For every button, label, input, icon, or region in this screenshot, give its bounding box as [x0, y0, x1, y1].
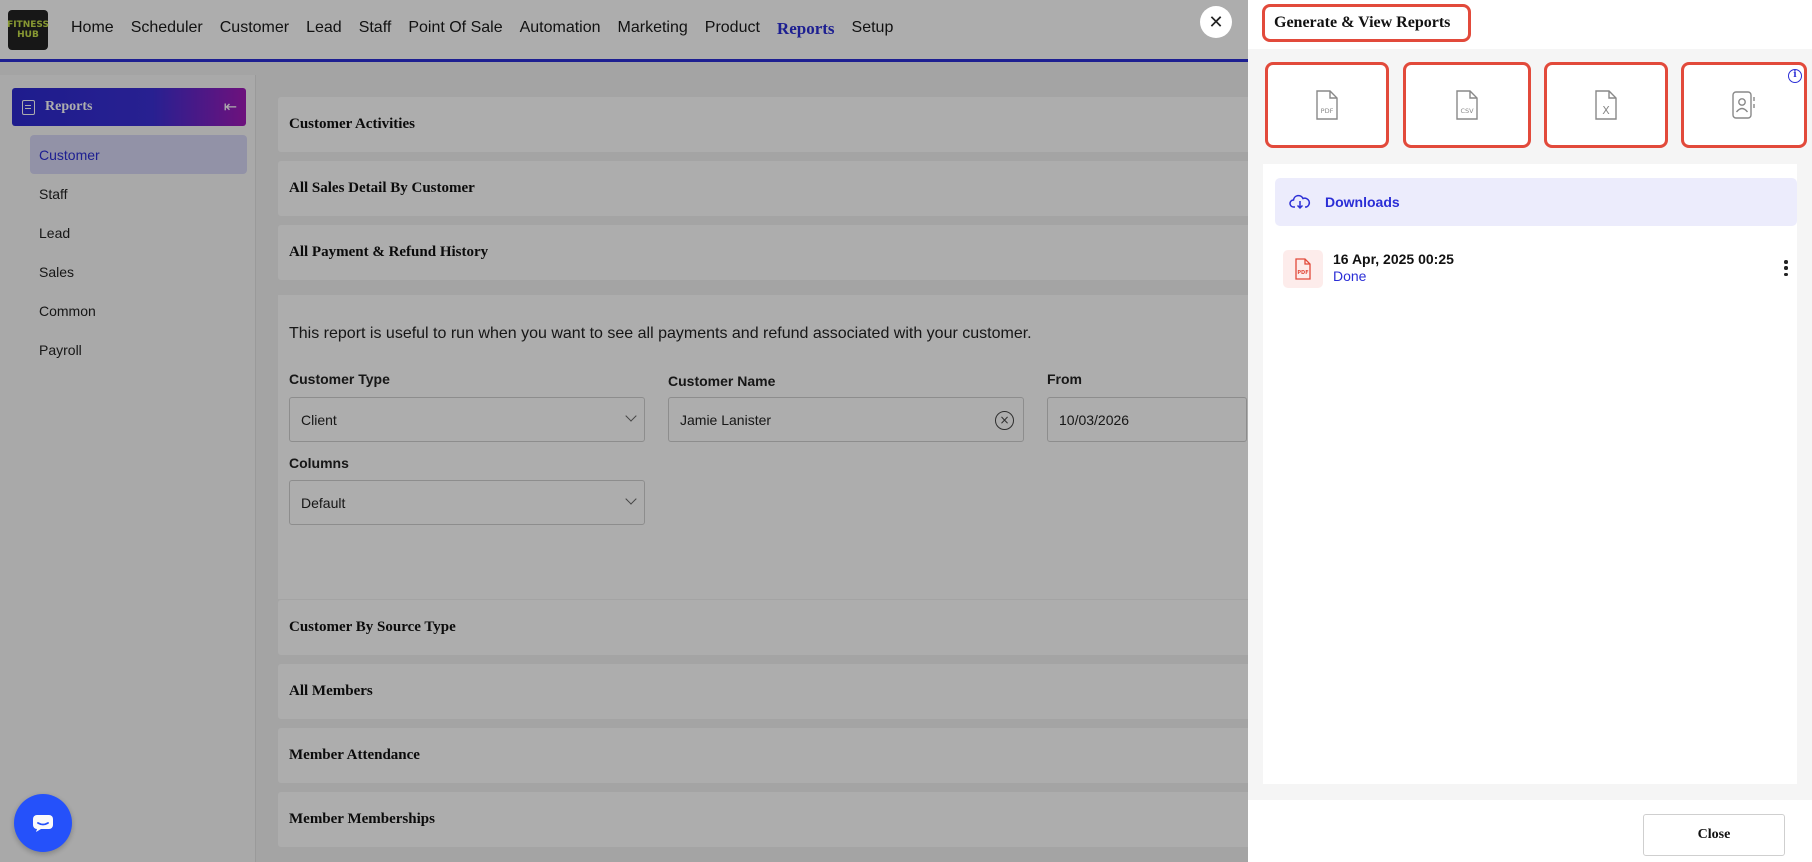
export-excel-button[interactable]: X	[1544, 62, 1668, 148]
close-drawer-icon[interactable]: ✕	[1200, 6, 1232, 38]
contact-file-icon	[1732, 91, 1755, 119]
chat-launcher-button[interactable]	[14, 794, 72, 852]
pdf-icon-tag: PDF	[1321, 107, 1334, 115]
downloads-label: Downloads	[1325, 194, 1400, 210]
chat-icon	[33, 815, 53, 832]
drawer-title: Generate & View Reports	[1262, 4, 1471, 42]
download-date: 16 Apr, 2025 00:25	[1333, 251, 1454, 267]
download-item[interactable]: PDF 16 Apr, 2025 00:25 Done	[1283, 250, 1793, 290]
info-icon[interactable]: i	[1788, 69, 1802, 83]
downloads-panel: Downloads PDF 16 Apr, 2025 00:25 Done	[1263, 164, 1797, 784]
close-button[interactable]: Close	[1643, 814, 1785, 856]
drawer-footer: Close	[1248, 800, 1812, 862]
downloads-header[interactable]: Downloads	[1275, 178, 1797, 226]
more-options-icon[interactable]	[1779, 258, 1793, 278]
cloud-download-icon	[1289, 194, 1311, 210]
pdf-file-icon: PDF	[1316, 90, 1338, 120]
export-csv-button[interactable]: CSV	[1403, 62, 1531, 148]
download-status: Done	[1333, 268, 1367, 284]
pdf-thumb-tag: PDF	[1297, 270, 1308, 276]
excel-icon-tag: X	[1602, 104, 1610, 117]
pdf-file-icon: PDF	[1283, 250, 1323, 288]
csv-file-icon: CSV	[1456, 90, 1478, 120]
generate-reports-drawer: Generate & View Reports PDF CSV X i Down…	[1248, 0, 1812, 862]
export-pdf-button[interactable]: PDF	[1265, 62, 1389, 148]
excel-file-icon: X	[1595, 90, 1617, 120]
csv-icon-tag: CSV	[1460, 107, 1474, 115]
